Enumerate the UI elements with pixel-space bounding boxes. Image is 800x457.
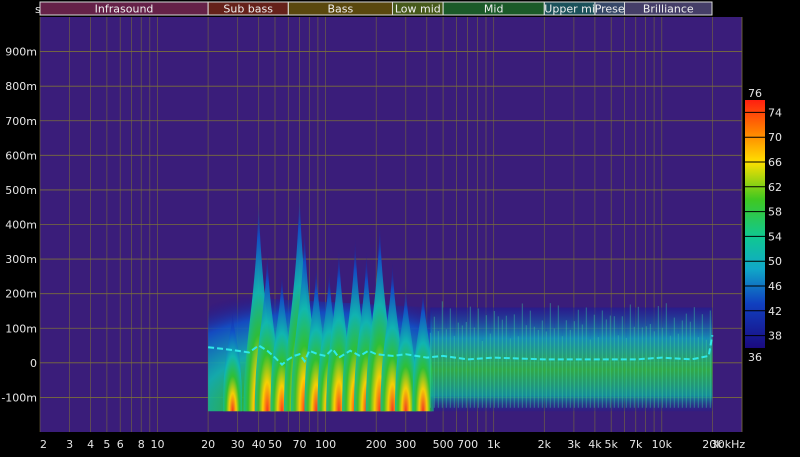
- x-tick-label: 10k: [652, 438, 673, 451]
- x-tick-label: 8: [138, 438, 145, 451]
- x-tick-label: 30: [231, 438, 245, 451]
- colorbar: 76 36 74 70 66 62 58 54 50 46 42 38: [745, 87, 782, 364]
- x-tick-label: 40: [252, 438, 266, 451]
- y-tick-label: 300m: [5, 253, 37, 266]
- band-label: Brilliance: [643, 3, 694, 16]
- x-tick-label: 20: [201, 438, 215, 451]
- x-tick-label: 200: [366, 438, 387, 451]
- band-label: Prese: [595, 3, 625, 16]
- x-tick-label: 500: [433, 438, 454, 451]
- x-tick-label: 5k: [605, 438, 619, 451]
- band-label: Mid: [484, 3, 504, 16]
- y-tick-label: 200m: [5, 288, 37, 301]
- band-label: Sub bass: [223, 3, 273, 16]
- colorbar-tick-label: 62: [768, 181, 782, 194]
- y-tick-label: 100m: [5, 322, 37, 335]
- colorbar-tick-label: 70: [768, 131, 782, 144]
- y-tick-label: 700m: [5, 115, 37, 128]
- colorbar-tick-label: 46: [768, 280, 782, 293]
- y-tick-label: 900m: [5, 46, 37, 59]
- band-label: Bass: [328, 3, 354, 16]
- x-tick-label: 2: [40, 438, 47, 451]
- x-tick-label: 7k: [629, 438, 643, 451]
- x-tick-label: 30kHz: [711, 438, 746, 451]
- x-tick-label: 4: [87, 438, 94, 451]
- frequency-band-bar: s Infrasound Sub bass Bass Low mid Mid Upper …: [35, 1, 713, 16]
- x-axis-ticks: 2 3 4 5 6 8 10 20 30 40 50 70 100 200 300 500 700 1k 2k 3k 4…: [40, 438, 745, 451]
- y-tick-label: 800m: [5, 80, 37, 93]
- x-tick-label: 3: [66, 438, 73, 451]
- colorbar-tick-label: 38: [768, 330, 782, 343]
- x-tick-label: 4k: [588, 438, 602, 451]
- band-label: Infrasound: [95, 3, 154, 16]
- colorbar-tick-label: 42: [768, 305, 782, 318]
- x-tick-label: 700: [457, 438, 478, 451]
- colorbar-tick-label: 58: [768, 206, 782, 219]
- x-tick-label: 100: [315, 438, 336, 451]
- x-tick-label: 10: [150, 438, 164, 451]
- y-tick-label: 400m: [5, 219, 37, 232]
- y-tick-label: 0: [30, 357, 37, 370]
- x-tick-label: 50: [268, 438, 282, 451]
- spectrogram-chart: s Infrasound Sub bass Bass Low mid Mid Upper …: [1, 1, 782, 451]
- x-tick-label: 1k: [487, 438, 501, 451]
- band-label: Low mid: [395, 3, 441, 16]
- colorbar-tick-label: 66: [768, 156, 782, 169]
- x-tick-label: 5: [103, 438, 110, 451]
- band-label: Upper mi: [544, 3, 595, 16]
- y-tick-label: -100m: [1, 391, 37, 404]
- y-tick-label: 500m: [5, 184, 37, 197]
- colorbar-tick-label: 54: [768, 230, 782, 243]
- x-tick-label: 3k: [567, 438, 581, 451]
- y-tick-label: 600m: [5, 149, 37, 162]
- x-tick-label: 70: [293, 438, 307, 451]
- x-tick-label: 6: [117, 438, 124, 451]
- x-tick-label: 2k: [538, 438, 552, 451]
- y-axis-ticks: 900m 800m 700m 600m 500m 400m 300m 200m 100m 0 -10…: [1, 46, 37, 405]
- x-tick-label: 300: [395, 438, 416, 451]
- colorbar-max-label: 76: [748, 87, 762, 100]
- colorbar-tick-label: 50: [768, 255, 782, 268]
- colorbar-min-label: 36: [748, 351, 762, 364]
- colorbar-tick-label: 74: [768, 106, 782, 119]
